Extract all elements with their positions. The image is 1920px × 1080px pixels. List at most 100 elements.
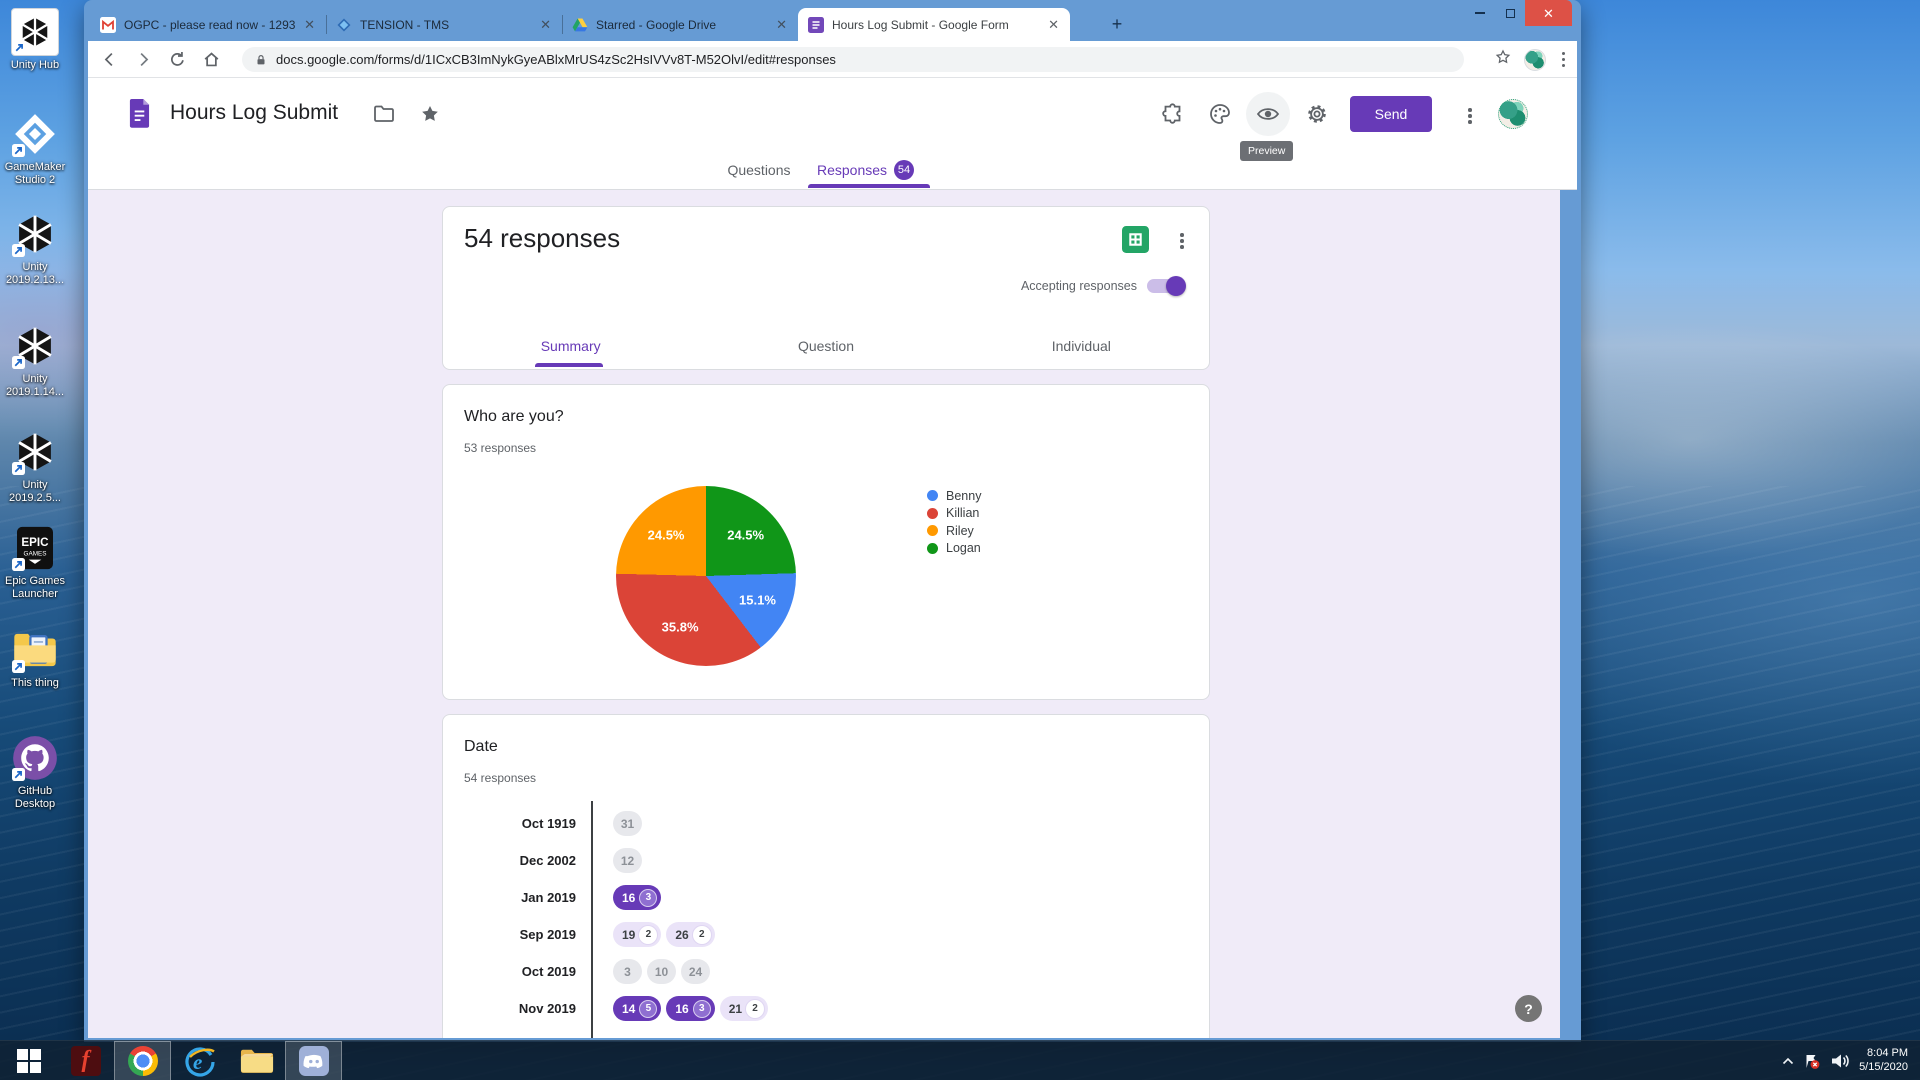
desktop-icon-gamemaker-studio-2[interactable]: GameMaker Studio 2 [2, 110, 68, 187]
bookmark-star-icon[interactable] [1494, 48, 1512, 71]
date-bubble[interactable]: 24 [681, 959, 710, 984]
browser-menu-icon[interactable] [1558, 48, 1570, 72]
desktop-icon-unity-hub[interactable]: Unity Hub [2, 8, 68, 72]
folder-move-icon[interactable] [372, 102, 396, 126]
minimize-button[interactable] [1465, 0, 1495, 26]
date-row-label: Dec 2002 [443, 853, 576, 868]
account-avatar[interactable] [1498, 99, 1528, 129]
tab-questions[interactable]: Questions [714, 162, 804, 178]
form-menu-icon[interactable] [1464, 104, 1476, 128]
legend-item: Logan [927, 540, 981, 558]
legend-item: Benny [927, 487, 981, 505]
volume-icon[interactable] [1830, 1052, 1850, 1070]
clock-time: 8:04 PM [1859, 1047, 1908, 1061]
date-bubble[interactable]: 163 [613, 885, 661, 910]
send-button[interactable]: Send [1350, 96, 1432, 132]
desktop-icon-unity-2019-1-14[interactable]: Unity 2019.1.14... [2, 322, 68, 399]
form-title[interactable]: Hours Log Submit [170, 101, 338, 125]
taskbar-start[interactable] [0, 1041, 57, 1080]
responses-label: Responses [817, 162, 887, 178]
clock-date: 5/15/2020 [1859, 1061, 1908, 1075]
browser-tab[interactable]: Hours Log Submit - Google Form✕ [798, 8, 1070, 41]
date-row: Sep 2019192262 [443, 916, 1199, 953]
back-icon[interactable] [96, 46, 122, 72]
accepting-responses-label: Accepting responses [1021, 279, 1137, 293]
taskbar-file-explorer[interactable] [228, 1041, 285, 1080]
shortcut-arrow-icon [12, 244, 25, 257]
date-bubble[interactable]: 10 [647, 959, 676, 984]
active-tab-underline [808, 184, 930, 188]
browser-tab[interactable]: Starred - Google Drive✕ [562, 8, 798, 41]
theme-palette-icon[interactable] [1208, 102, 1232, 126]
date-bubble[interactable]: 212 [720, 996, 768, 1021]
date-row-bubbles: 145163212 [613, 996, 768, 1021]
tray-chevron-up-icon[interactable] [1782, 1057, 1794, 1065]
tab-close-icon[interactable]: ✕ [773, 17, 790, 33]
date-bubble[interactable]: 163 [666, 996, 714, 1021]
preview-eye-icon[interactable] [1246, 92, 1290, 136]
taskbar-internet-explorer[interactable]: e [171, 1041, 228, 1080]
create-spreadsheet-icon[interactable] [1122, 226, 1149, 253]
legend-item: Riley [927, 522, 981, 540]
flash-icon: f [71, 1046, 101, 1076]
pie-slice-label: 24.5% [648, 528, 685, 543]
settings-gear-icon[interactable] [1305, 102, 1329, 126]
card-menu-icon[interactable] [1176, 229, 1188, 253]
desktop-icon-label: GameMaker Studio 2 [2, 161, 68, 187]
summary-tab-question[interactable]: Question [698, 338, 953, 354]
date-bubble[interactable]: 31 [613, 811, 642, 836]
forms-icon [808, 17, 824, 33]
desktop-icon-this-thing[interactable]: This thing [2, 626, 68, 690]
taskbar-flash[interactable]: f [57, 1041, 114, 1080]
summary-tab-summary[interactable]: Summary [443, 338, 698, 354]
shortcut-arrow-icon [12, 768, 25, 781]
desktop-icon-github-desktop[interactable]: GitHub Desktop [2, 734, 68, 811]
date-bubble[interactable]: 145 [613, 996, 661, 1021]
summary-tab-individual[interactable]: Individual [954, 338, 1209, 354]
gamemaker-icon [11, 110, 59, 158]
date-row: Oct 191931 [443, 805, 1199, 842]
question-response-count: 53 responses [464, 441, 536, 455]
forms-doc-icon[interactable] [128, 98, 151, 129]
tab-close-icon[interactable]: ✕ [1045, 17, 1062, 33]
help-button[interactable]: ? [1515, 995, 1542, 1022]
close-button[interactable]: ✕ [1525, 0, 1572, 26]
forward-icon[interactable] [130, 46, 156, 72]
browser-profile-avatar[interactable] [1524, 49, 1546, 71]
responses-count-badge: 54 [894, 160, 914, 180]
tab-close-icon[interactable]: ✕ [301, 17, 318, 33]
shortcut-arrow-icon [12, 660, 25, 673]
legend-item: Killian [927, 505, 981, 523]
tab-close-icon[interactable]: ✕ [537, 17, 554, 33]
taskbar-discord[interactable] [285, 1041, 342, 1080]
security-flag-icon[interactable] [1803, 1052, 1821, 1070]
window-controls: ✕ [1465, 0, 1572, 26]
date-bubble[interactable]: 192 [613, 922, 661, 947]
folder-icon [11, 626, 59, 674]
url-bar[interactable]: docs.google.com/forms/d/1ICxCB3ImNykGyeA… [242, 47, 1464, 72]
starred-icon[interactable] [418, 102, 442, 126]
accepting-responses-toggle[interactable] [1147, 279, 1184, 293]
add-ons-puzzle-icon[interactable] [1161, 102, 1185, 126]
shortcut-arrow-icon [13, 41, 26, 54]
desktop-icon-epic-games-launcher[interactable]: EPICGAMESEpic Games Launcher [2, 524, 68, 601]
shortcut-arrow-icon [12, 356, 25, 369]
new-tab-button[interactable]: + [1104, 12, 1130, 36]
date-bubble[interactable]: 12 [613, 848, 642, 873]
legend-label: Benny [946, 489, 981, 503]
desktop-icon-unity-2019-2-13[interactable]: Unity 2019.2.13... [2, 210, 68, 287]
reload-icon[interactable] [164, 46, 190, 72]
tab-responses[interactable]: Responses 54 [817, 160, 914, 180]
maximize-button[interactable] [1495, 0, 1525, 26]
date-bubble[interactable]: 262 [666, 922, 714, 947]
home-icon[interactable] [198, 46, 224, 72]
browser-tab[interactable]: OGPC - please read now - 12932✕ [90, 8, 326, 41]
date-bubble[interactable]: 3 [613, 959, 642, 984]
desktop-icon-unity-2019-2-5[interactable]: Unity 2019.2.5... [2, 428, 68, 505]
browser-tab[interactable]: TENSION - TMS✕ [326, 8, 562, 41]
taskbar-chrome[interactable] [114, 1041, 171, 1080]
browser-toolbar: docs.google.com/forms/d/1ICxCB3ImNykGyeA… [88, 41, 1577, 78]
date-row-bubbles: 12 [613, 848, 642, 873]
question-card-date: Date 54 responses Oct 191931Dec 200212Ja… [442, 714, 1210, 1038]
taskbar-clock[interactable]: 8:04 PM 5/15/2020 [1859, 1047, 1908, 1075]
